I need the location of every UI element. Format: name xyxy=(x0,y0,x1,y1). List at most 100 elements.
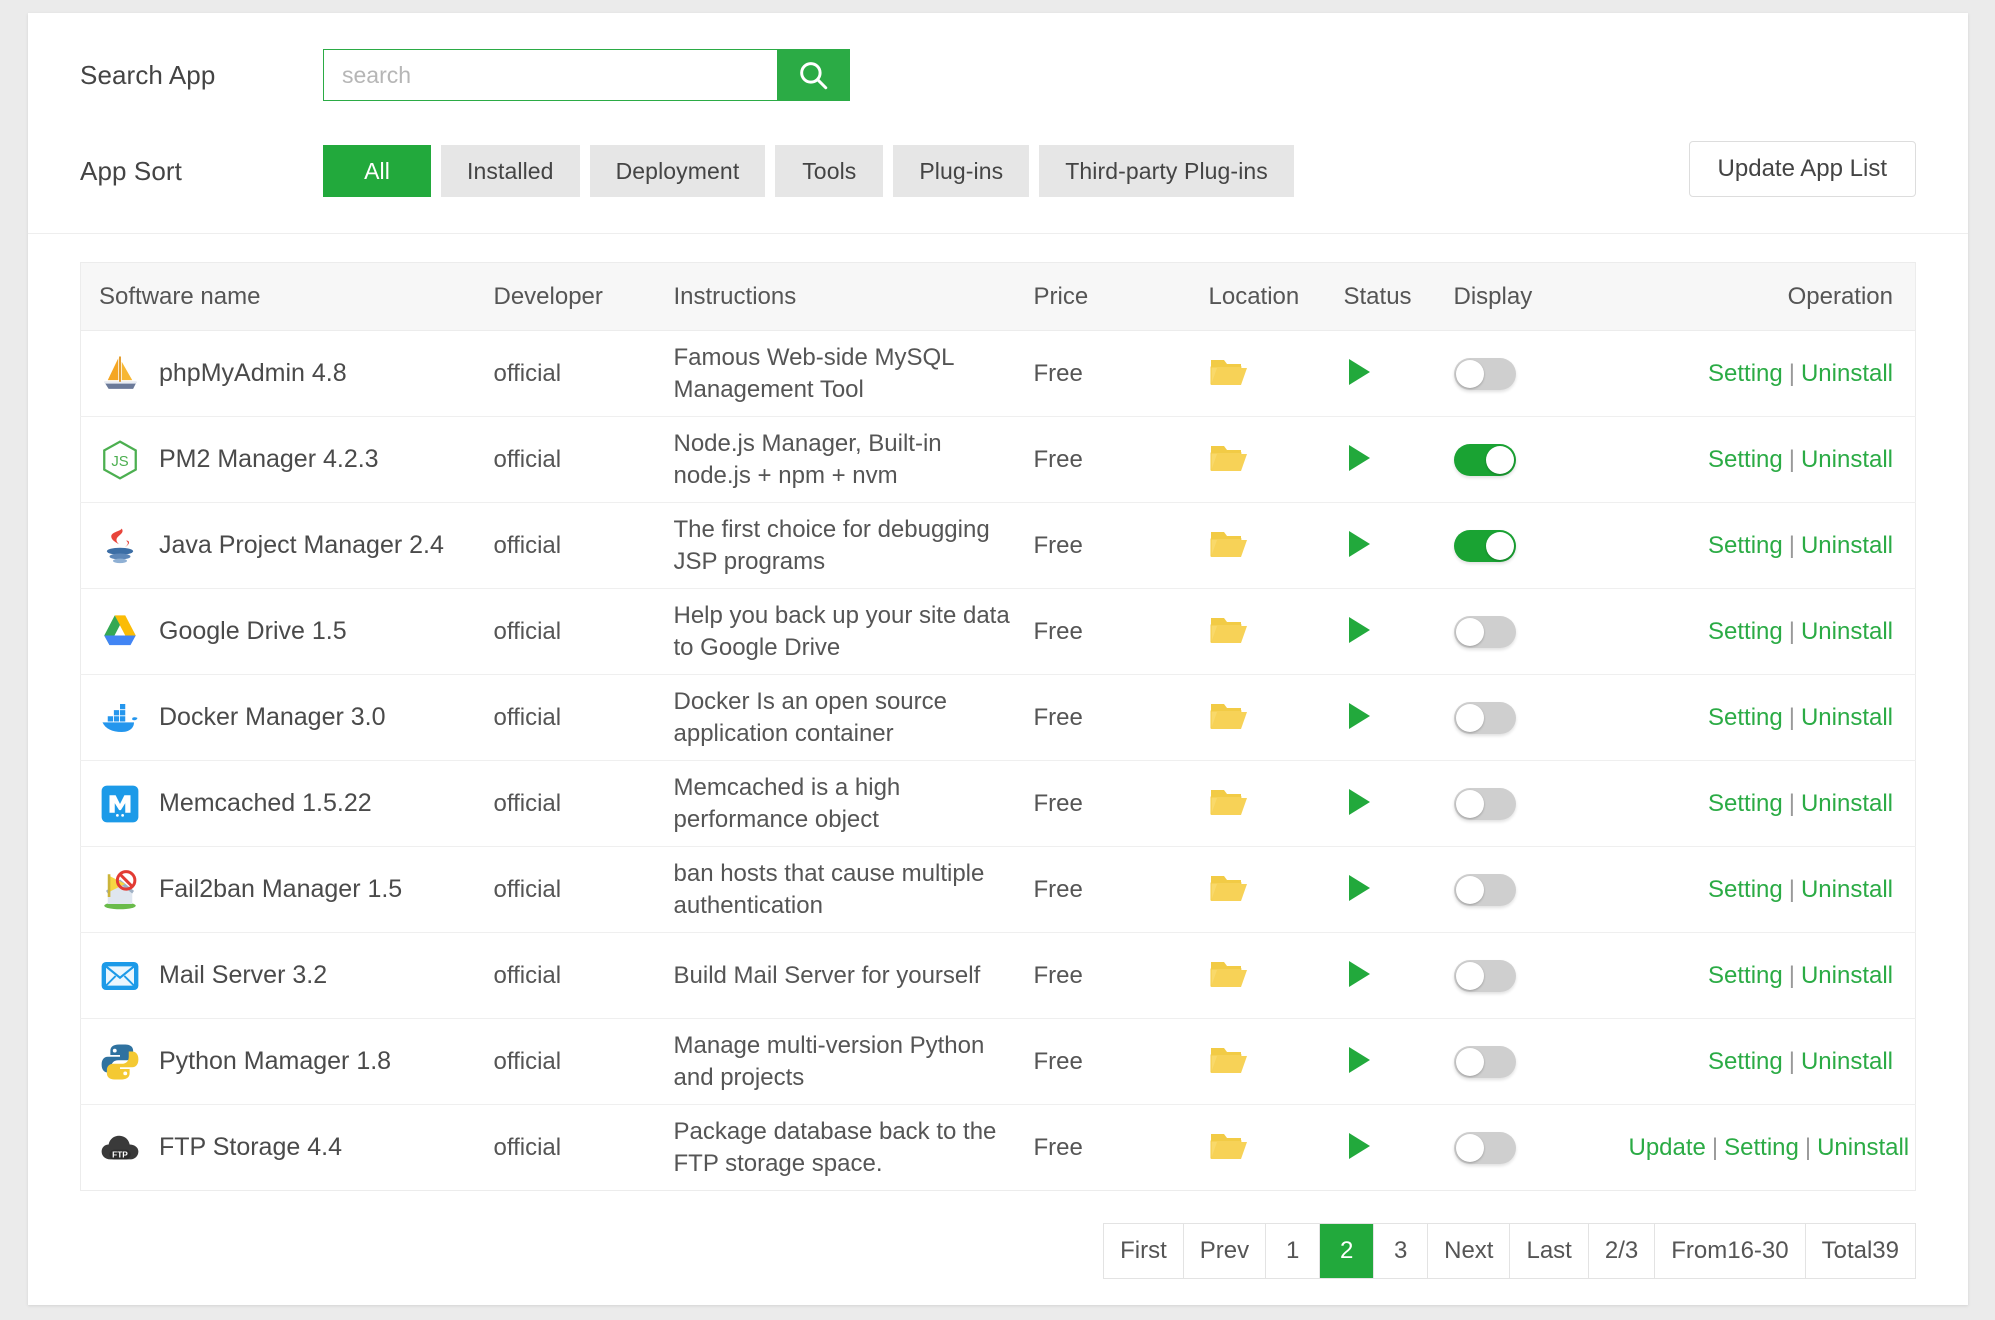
pagination-first[interactable]: First xyxy=(1104,1224,1184,1278)
folder-icon[interactable] xyxy=(1209,441,1249,478)
cell-display xyxy=(1435,760,1611,847)
pagination-page-1[interactable]: 1 xyxy=(1266,1224,1321,1278)
operation-update-link[interactable]: Update xyxy=(1629,1134,1706,1161)
pagination-total: Total39 xyxy=(1805,1224,1916,1278)
update-app-list-button[interactable]: Update App List xyxy=(1688,141,1916,197)
display-toggle[interactable] xyxy=(1453,701,1516,734)
display-toggle[interactable] xyxy=(1453,529,1516,562)
cell-instructions: Memcached is a high performance object xyxy=(655,760,1016,847)
operation-setting-link[interactable]: Setting xyxy=(1708,876,1783,903)
folder-icon[interactable] xyxy=(1209,613,1249,650)
sort-button-tools[interactable]: Tools xyxy=(775,145,884,197)
app-name-label: Fail2ban Manager 1.5 xyxy=(159,875,403,903)
play-icon[interactable] xyxy=(1344,528,1374,563)
operation-setting-link[interactable]: Setting xyxy=(1708,1048,1783,1075)
column-header-location[interactable]: Location xyxy=(1190,262,1326,331)
operation-uninstall-link[interactable]: Uninstall xyxy=(1801,790,1893,817)
operation-setting-link[interactable]: Setting xyxy=(1724,1134,1799,1161)
operation-separator: | xyxy=(1711,1133,1719,1161)
operation-uninstall-link[interactable]: Uninstall xyxy=(1801,360,1893,387)
sort-button-installed[interactable]: Installed xyxy=(441,145,580,197)
cell-operation: Setting | Uninstall xyxy=(1610,588,1916,675)
operation-setting-link[interactable]: Setting xyxy=(1708,962,1783,989)
cell-location xyxy=(1190,846,1326,933)
search-input[interactable] xyxy=(324,50,777,100)
folder-icon[interactable] xyxy=(1209,1043,1249,1080)
cell-status xyxy=(1325,674,1436,761)
display-toggle[interactable] xyxy=(1453,1045,1516,1078)
app-sort-row: App Sort All Installed Deployment Tools … xyxy=(28,131,1968,211)
operation-uninstall-link[interactable]: Uninstall xyxy=(1801,704,1893,731)
play-icon[interactable] xyxy=(1344,700,1374,735)
pagination-last[interactable]: Last xyxy=(1510,1224,1589,1278)
display-toggle[interactable] xyxy=(1453,787,1516,820)
search-button[interactable] xyxy=(777,50,849,100)
display-toggle[interactable] xyxy=(1453,443,1516,476)
column-header-display[interactable]: Display xyxy=(1435,262,1611,331)
folder-icon[interactable] xyxy=(1209,699,1249,736)
column-header-price[interactable]: Price xyxy=(1015,262,1191,331)
display-toggle[interactable] xyxy=(1453,615,1516,648)
folder-icon[interactable] xyxy=(1209,871,1249,908)
pagination-next[interactable]: Next xyxy=(1428,1224,1511,1278)
display-toggle[interactable] xyxy=(1453,1131,1516,1164)
display-toggle[interactable] xyxy=(1453,959,1516,992)
toggle-knob xyxy=(1455,617,1484,646)
play-icon[interactable] xyxy=(1344,614,1374,649)
table-header-row: Software name Developer Instructions Pri… xyxy=(80,262,1916,331)
operation-uninstall-link[interactable]: Uninstall xyxy=(1801,876,1893,903)
folder-icon[interactable] xyxy=(1209,1129,1249,1166)
play-icon[interactable] xyxy=(1344,1130,1374,1165)
cell-price: Free xyxy=(1015,674,1191,761)
operation-uninstall-link[interactable]: Uninstall xyxy=(1801,1048,1893,1075)
operation-setting-link[interactable]: Setting xyxy=(1708,790,1783,817)
cell-display xyxy=(1435,1018,1611,1105)
cell-status xyxy=(1325,502,1436,589)
pagination-page-2[interactable]: 2 xyxy=(1320,1224,1375,1278)
operation-setting-link[interactable]: Setting xyxy=(1708,704,1783,731)
cell-instructions: Help you back up your site data to Googl… xyxy=(655,588,1016,675)
sort-button-all[interactable]: All xyxy=(323,145,431,197)
folder-icon[interactable] xyxy=(1209,355,1249,392)
folder-icon[interactable] xyxy=(1209,527,1249,564)
operation-uninstall-link[interactable]: Uninstall xyxy=(1801,446,1893,473)
play-icon[interactable] xyxy=(1344,786,1374,821)
folder-icon[interactable] xyxy=(1209,957,1249,994)
table-row: JS PM2 Manager 4.2.3 official Node.js Ma… xyxy=(80,416,1916,503)
play-icon[interactable] xyxy=(1344,872,1374,907)
app-identity: Mail Server 3.2 xyxy=(99,955,476,997)
pagination-page-3[interactable]: 3 xyxy=(1374,1224,1429,1278)
operation-setting-link[interactable]: Setting xyxy=(1708,618,1783,645)
instructions-text: Build Mail Server for yourself xyxy=(673,961,981,989)
cell-status xyxy=(1325,330,1436,417)
cell-display xyxy=(1435,846,1611,933)
operation-setting-link[interactable]: Setting xyxy=(1708,532,1783,559)
operation-setting-link[interactable]: Setting xyxy=(1708,360,1783,387)
operation-uninstall-link[interactable]: Uninstall xyxy=(1801,532,1893,559)
play-icon[interactable] xyxy=(1344,958,1374,993)
cell-instructions: Docker Is an open source application con… xyxy=(655,674,1016,761)
play-icon[interactable] xyxy=(1344,356,1374,391)
display-toggle[interactable] xyxy=(1453,873,1516,906)
column-header-status[interactable]: Status xyxy=(1325,262,1436,331)
operation-uninstall-link[interactable]: Uninstall xyxy=(1817,1134,1909,1161)
play-icon[interactable] xyxy=(1344,1044,1374,1079)
sort-button-deployment[interactable]: Deployment xyxy=(589,145,766,197)
play-icon[interactable] xyxy=(1344,442,1374,477)
cell-price: Free xyxy=(1015,330,1191,417)
operation-links: Setting | Uninstall xyxy=(1629,446,1893,474)
folder-icon[interactable] xyxy=(1209,785,1249,822)
operation-uninstall-link[interactable]: Uninstall xyxy=(1801,962,1893,989)
pagination-prev[interactable]: Prev xyxy=(1183,1224,1267,1278)
column-header-software-name[interactable]: Software name xyxy=(80,262,476,331)
column-header-developer[interactable]: Developer xyxy=(475,262,656,331)
app-table-container: Software name Developer Instructions Pri… xyxy=(28,234,1968,1191)
column-header-instructions[interactable]: Instructions xyxy=(655,262,1016,331)
sort-button-third-party-plugins[interactable]: Third-party Plug-ins xyxy=(1039,145,1294,197)
sort-button-plugins[interactable]: Plug-ins xyxy=(893,145,1030,197)
cell-software-name: Google Drive 1.5 xyxy=(80,588,476,675)
operation-setting-link[interactable]: Setting xyxy=(1708,446,1783,473)
operation-uninstall-link[interactable]: Uninstall xyxy=(1801,618,1893,645)
table-header: Software name Developer Instructions Pri… xyxy=(80,262,1916,331)
display-toggle[interactable] xyxy=(1453,357,1516,390)
